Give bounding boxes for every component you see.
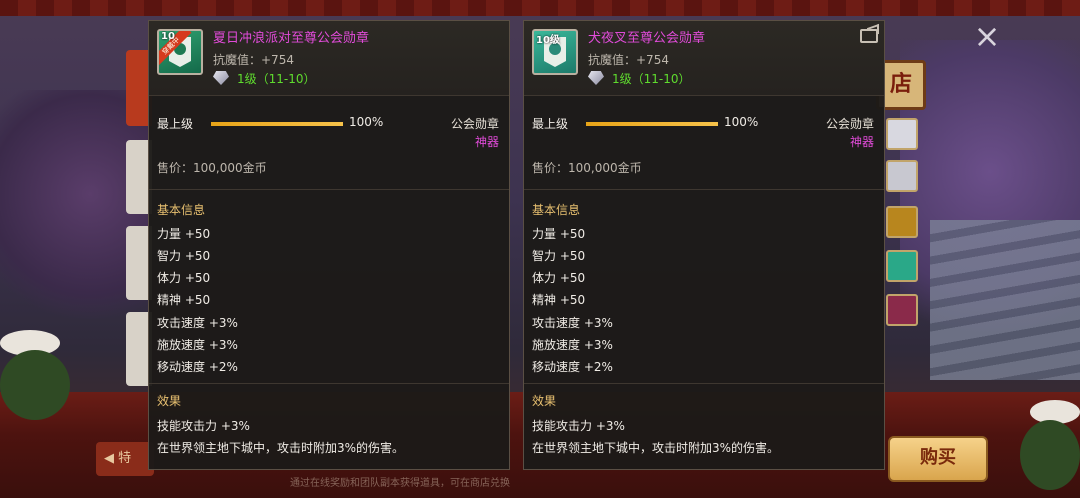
upgrade-row: 最上级 100% 公会勋章 神器: [149, 111, 509, 149]
divider: [149, 189, 509, 190]
tooltip-header: 穿戴中 10 夏日冲浪派对至尊公会勋章 抗魔值：+754 1级（11-10）: [149, 21, 509, 96]
gem-icon: [213, 71, 229, 85]
divider: [524, 383, 884, 384]
stat-line: 力量 +50: [157, 227, 211, 241]
stat-line: 智力 +50: [532, 249, 586, 263]
item-tooltip-equipped: 穿戴中 10 夏日冲浪派对至尊公会勋章 抗魔值：+754 1级（11-10） 最…: [148, 20, 510, 470]
icon-level-tag: 10: [161, 31, 175, 42]
stat-line: 移动速度 +2%: [532, 360, 613, 374]
item-grade: 神器: [849, 135, 874, 149]
item-level: 1级（11-10）: [237, 72, 316, 86]
stat-line: 攻击速度 +3%: [157, 316, 238, 330]
resist-value: 抗魔值：+754: [588, 53, 669, 67]
prev-label: 特: [118, 451, 132, 466]
divider: [524, 189, 884, 190]
upgrade-row: 最上级 100% 公会勋章 神器: [524, 111, 884, 149]
item-price: 售价：100,000金币: [157, 161, 267, 175]
bush: [0, 350, 70, 420]
divider: [149, 383, 509, 384]
upgrade-label: 最上级: [157, 117, 194, 131]
effect-title: 效果: [532, 394, 557, 408]
effect-line: 在世界领主地下城中，攻击时附加3%的伤害。: [532, 441, 780, 455]
medal-icon: 10级: [532, 29, 578, 75]
gem-icon: [588, 71, 604, 85]
item-name: 犬夜叉至尊公会勋章: [588, 31, 706, 46]
top-border: [0, 0, 1080, 16]
stat-line: 体力 +50: [532, 271, 586, 285]
stat-line: 攻击速度 +3%: [532, 316, 613, 330]
item-name: 夏日冲浪派对至尊公会勋章: [213, 31, 370, 46]
effect-line: 技能攻击力 +3%: [532, 419, 625, 433]
stat-line: 施放速度 +3%: [157, 338, 238, 352]
tooltip-header: 10级 犬夜叉至尊公会勋章 抗魔值：+754 1级（11-10）: [524, 21, 884, 96]
upgrade-progress-bar: [586, 122, 718, 126]
close-icon[interactable]: ×: [972, 20, 1002, 52]
item-type: 公会勋章: [825, 117, 874, 131]
effect-line: 技能攻击力 +3%: [157, 419, 250, 433]
item-level: 1级（11-10）: [612, 72, 691, 86]
item-thumbnail[interactable]: [886, 206, 918, 238]
icon-level-tag: 10级: [536, 35, 560, 46]
item-tooltip-compare: 10级 犬夜叉至尊公会勋章 抗魔值：+754 1级（11-10） 最上级 100…: [523, 20, 885, 470]
bottom-tip: 通过在线奖励和团队副本获得道具，可在商店兑换: [290, 478, 510, 489]
stat-line: 体力 +50: [157, 271, 211, 285]
stat-line: 智力 +50: [157, 249, 211, 263]
item-price: 售价：100,000金币: [532, 161, 642, 175]
prev-page-button[interactable]: ◀ 特: [96, 442, 154, 476]
stat-line: 移动速度 +2%: [157, 360, 238, 374]
basic-info-title: 基本信息: [157, 203, 206, 217]
item-thumbnail[interactable]: [886, 118, 918, 150]
item-grade: 神器: [474, 135, 499, 149]
effect-line: 在世界领主地下城中，攻击时附加3%的伤害。: [157, 441, 405, 455]
upgrade-progress-bar: [211, 122, 343, 126]
item-thumbnail[interactable]: [886, 160, 918, 192]
stone-steps: [930, 220, 1080, 380]
medal-icon: 穿戴中 10: [157, 29, 203, 75]
left-tree: [0, 90, 150, 350]
upgrade-percent: 100%: [349, 115, 384, 129]
effect-title: 效果: [157, 394, 182, 408]
share-icon[interactable]: [860, 29, 878, 43]
resist-value: 抗魔值：+754: [213, 53, 294, 67]
stat-line: 精神 +50: [532, 293, 586, 307]
item-type: 公会勋章: [450, 117, 499, 131]
item-thumbnail[interactable]: [886, 294, 918, 326]
stat-line: 精神 +50: [157, 293, 211, 307]
bush: [1020, 420, 1080, 490]
upgrade-percent: 100%: [724, 115, 759, 129]
buy-button[interactable]: 购买: [888, 436, 988, 482]
upgrade-progress-fill: [586, 122, 718, 126]
upgrade-label: 最上级: [532, 117, 569, 131]
item-thumbnail[interactable]: [886, 250, 918, 282]
stat-line: 力量 +50: [532, 227, 586, 241]
upgrade-progress-fill: [211, 122, 343, 126]
basic-info-title: 基本信息: [532, 203, 581, 217]
stat-line: 施放速度 +3%: [532, 338, 613, 352]
